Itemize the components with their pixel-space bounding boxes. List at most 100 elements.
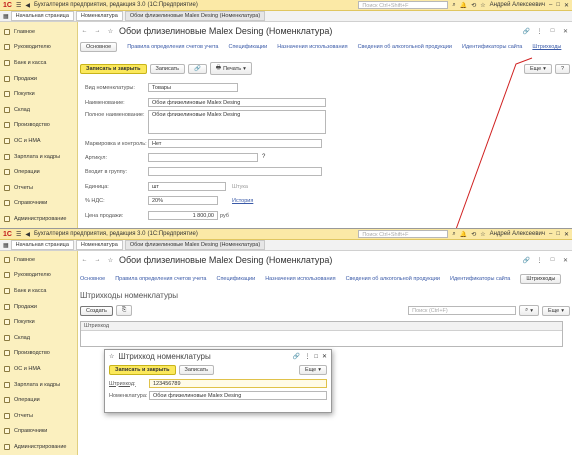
sidebar-item-label: Производство	[14, 350, 50, 357]
list-search-input[interactable]: Поиск (Ctrl+F)	[408, 306, 517, 315]
assets-icon	[4, 365, 10, 372]
maximize-icon[interactable]: □	[314, 354, 318, 360]
back-icon[interactable]: ◀	[25, 231, 30, 238]
tab-alcohol[interactable]: Сведения об алкогольной продукции	[346, 276, 440, 282]
copy-icon[interactable]: ⎘	[115, 305, 133, 316]
tab-specs[interactable]: Спецификации	[216, 276, 255, 282]
sidebar-item-label: Банк и касса	[14, 287, 47, 294]
sidebar-item-sales[interactable]: Продажи	[0, 299, 77, 315]
bell-icon[interactable]: 🔔	[460, 231, 467, 238]
maximize-form-icon[interactable]: □	[548, 256, 557, 264]
sidebar-item-label: Продажи	[14, 303, 37, 310]
sidebar-item-label: Покупки	[14, 319, 35, 326]
create-button[interactable]: Создать	[80, 305, 113, 316]
chart-icon	[4, 272, 10, 279]
sidebar-item-production[interactable]: Производство	[0, 346, 77, 362]
history-icon[interactable]: ⟲	[471, 231, 476, 238]
nav-back-icon[interactable]: ←	[80, 256, 89, 264]
sidebar-item-salary[interactable]: Зарплата и кадры	[0, 377, 77, 393]
link-icon[interactable]: 🔗	[522, 256, 531, 264]
sidebar-item-label: ОС и НМА	[14, 365, 41, 372]
global-search[interactable]: Поиск Ctrl+Shift+F	[358, 230, 449, 238]
app-title-suffix: (1С:Предприятие)	[147, 231, 198, 237]
column-header-barcode[interactable]: Штрихкод	[81, 322, 562, 331]
search-icon[interactable]: ⌕	[452, 231, 455, 238]
sidebar-item-operations[interactable]: Операции	[0, 392, 77, 408]
sidebar-item-label: Отчеты	[14, 412, 34, 419]
user-name[interactable]: Андрей Алексеевич	[490, 231, 545, 237]
favorite-star-icon[interactable]: ☆	[106, 256, 115, 264]
warehouse-icon	[4, 334, 10, 341]
tab-main[interactable]: Основное	[80, 276, 105, 282]
sidebar-item-reports[interactable]: Отчеты	[0, 408, 77, 424]
sidebar-item-label: Справочники	[14, 428, 48, 435]
star-icon[interactable]: ☆	[480, 231, 485, 238]
page-title: Обои флизелиновые Malex Desing (Номенкла…	[119, 255, 333, 265]
sidebar-item-manager[interactable]: Руководителю	[0, 268, 77, 284]
sidebar-item-assets[interactable]: ОС и НМА	[0, 361, 77, 377]
more-button[interactable]: Еще ▾	[542, 305, 570, 316]
more-dots-icon[interactable]: ⋮	[535, 256, 544, 264]
sidebar-item-label: Руководителю	[14, 272, 51, 279]
close-icon[interactable]: ✕	[322, 353, 327, 360]
close-form-icon[interactable]: ✕	[561, 256, 570, 264]
tab-bar: ▦ Начальная страница Номенклатура Обои ф…	[0, 240, 572, 251]
dialog-save-close-button[interactable]: Записать и закрыть	[109, 365, 176, 375]
maximize-icon[interactable]: □	[556, 231, 560, 237]
sidebar-item-label: Склад	[14, 334, 30, 341]
sidebar: Главное Руководителю Банк и касса Продаж…	[0, 251, 78, 455]
reports-icon	[4, 412, 10, 419]
search-button[interactable]: ⌕ ▾	[519, 305, 540, 316]
menu-icon[interactable]: ☰	[16, 231, 21, 238]
more-label: Еще	[305, 367, 317, 373]
tab-site-ids[interactable]: Идентификаторы сайта	[450, 276, 510, 282]
dialog-title: Штрихкод номенклатуры	[118, 352, 211, 361]
cart-icon	[4, 303, 10, 310]
more-dots-icon[interactable]: ⋮	[304, 353, 310, 360]
bank-icon	[4, 287, 10, 294]
sidebar-item-bank[interactable]: Банк и касса	[0, 283, 77, 299]
item-field[interactable]: Обои флизелиновые Malex Desing	[149, 391, 327, 400]
dialog-save-button[interactable]: Записать	[178, 365, 215, 375]
apps-icon[interactable]: ▦	[3, 242, 9, 249]
item-label: Номенклатура:	[109, 392, 148, 399]
home-icon	[4, 256, 10, 263]
tab-home[interactable]: Начальная страница	[10, 240, 74, 250]
sidebar-item-label: Администрирование	[14, 443, 67, 450]
more-label: Еще	[548, 307, 560, 314]
bottom-window: 1С ☰ ◀ Бухгалтерия предприятия, редакция…	[0, 228, 572, 455]
basket-icon	[4, 319, 10, 326]
sidebar-item-admin[interactable]: Администрирование	[0, 439, 77, 455]
barcode-field[interactable]: 123456789	[149, 379, 327, 388]
minimize-icon[interactable]: –	[549, 231, 552, 237]
sidebar-item-label: Операции	[14, 397, 40, 404]
people-icon	[4, 381, 10, 388]
dialog-more-button[interactable]: Еще ▾	[299, 365, 327, 375]
title-bar: 1С ☰ ◀ Бухгалтерия предприятия, редакция…	[0, 229, 572, 240]
tab-barcodes[interactable]: Штрихкоды	[520, 274, 562, 284]
sidebar-item-references[interactable]: Справочники	[0, 424, 77, 440]
tab-usage[interactable]: Назначения использования	[265, 276, 335, 282]
search-icon: ⌕	[525, 307, 529, 313]
factory-icon	[4, 350, 10, 357]
section-title: Штрихкоды номенклатуры	[80, 291, 179, 300]
nav-forward-icon[interactable]: →	[93, 256, 102, 264]
tab-item[interactable]: Обои флизелиновые Malex Desing (Номенкла…	[124, 240, 266, 250]
close-icon[interactable]: ✕	[564, 231, 569, 238]
sidebar-item-purchases[interactable]: Покупки	[0, 314, 77, 330]
barcode-label: Штрихкод:	[109, 380, 136, 387]
operations-icon	[4, 397, 10, 404]
link-icon[interactable]: 🔗	[293, 353, 300, 360]
favorite-star-icon[interactable]: ☆	[109, 353, 114, 360]
sidebar-item-warehouse[interactable]: Склад	[0, 330, 77, 346]
barcodes-table: Штрихкод	[80, 321, 563, 347]
tab-nomenclature[interactable]: Номенклатура	[75, 240, 123, 250]
app-logo: 1С	[3, 230, 12, 238]
book-icon	[4, 428, 10, 435]
sidebar-item-label: Главное	[14, 256, 36, 263]
tab-account-rules[interactable]: Правила определения счетов учета	[115, 276, 206, 282]
gear-icon	[4, 443, 10, 450]
sidebar-item-main[interactable]: Главное	[0, 252, 77, 268]
barcode-dialog: ☆ Штрихкод номенклатуры 🔗 ⋮ □ ✕ Записать…	[104, 349, 332, 413]
sidebar-item-label: Зарплата и кадры	[14, 381, 61, 388]
